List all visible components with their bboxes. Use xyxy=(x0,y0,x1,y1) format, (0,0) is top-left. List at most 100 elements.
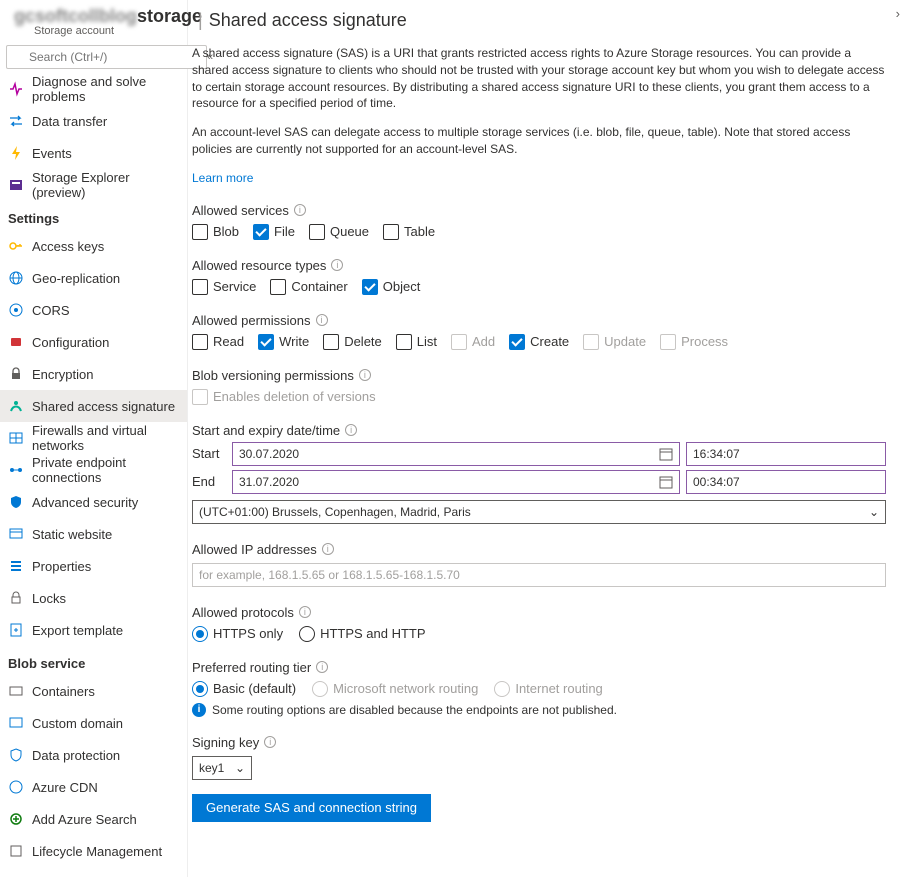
nav-storage-explorer[interactable]: Storage Explorer (preview) xyxy=(0,169,187,201)
radio-https-http[interactable]: HTTPS and HTTP xyxy=(299,626,425,642)
nav-config[interactable]: Configuration xyxy=(0,326,187,358)
chk-add: Add xyxy=(451,334,495,350)
nav-export-template[interactable]: Export template xyxy=(0,614,187,646)
radio-ms-routing: Microsoft network routing xyxy=(312,681,478,697)
nav-lifecycle[interactable]: Lifecycle Management xyxy=(0,835,187,867)
radio-internet-routing: Internet routing xyxy=(494,681,602,697)
nav-section-settings: Settings xyxy=(0,201,187,230)
nav-data-transfer[interactable]: Data transfer xyxy=(0,105,187,137)
explorer-icon xyxy=(8,177,24,193)
calendar-icon xyxy=(659,447,673,461)
signing-key-select[interactable]: key1⌄ xyxy=(192,756,252,780)
nav-cors[interactable]: CORS xyxy=(0,294,187,326)
chk-object[interactable]: Object xyxy=(362,279,421,295)
description-1: A shared access signature (SAS) is a URI… xyxy=(192,45,886,112)
radio-basic[interactable]: Basic (default) xyxy=(192,681,296,697)
calendar-icon xyxy=(659,475,673,489)
resource-header: gcsoftcollblog storage xyxy=(0,0,187,31)
start-time-input[interactable]: 16:34:07 xyxy=(686,442,886,466)
nav-containers[interactable]: Containers xyxy=(0,675,187,707)
chk-process: Process xyxy=(660,334,728,350)
properties-icon xyxy=(8,558,24,574)
protocols-label: Allowed protocolsi xyxy=(192,605,886,620)
nav-label: Export template xyxy=(32,623,123,638)
dates-label: Start and expiry date/timei xyxy=(192,423,886,438)
ip-label: Allowed IP addressesi xyxy=(192,542,886,557)
chk-container[interactable]: Container xyxy=(270,279,347,295)
routing-label: Preferred routing tieri xyxy=(192,660,886,675)
nav-label: Lifecycle Management xyxy=(32,844,162,859)
chk-write[interactable]: Write xyxy=(258,334,309,350)
signing-label: Signing keyi xyxy=(192,735,886,750)
globe-icon xyxy=(8,270,24,286)
chk-queue[interactable]: Queue xyxy=(309,224,369,240)
nav-diagnose[interactable]: Diagnose and solve problems xyxy=(0,73,187,105)
sas-icon xyxy=(8,398,24,414)
nav-events[interactable]: Events xyxy=(0,137,187,169)
nav-label: CORS xyxy=(32,303,70,318)
nav-firewall[interactable]: Firewalls and virtual networks xyxy=(0,422,187,454)
nav-label: Locks xyxy=(32,591,66,606)
chk-file[interactable]: File xyxy=(253,224,295,240)
nav-label: Firewalls and virtual networks xyxy=(32,423,179,453)
website-icon xyxy=(8,526,24,542)
info-icon[interactable]: i xyxy=(264,736,276,748)
search-add-icon xyxy=(8,811,24,827)
start-date-input[interactable]: 30.07.2020 xyxy=(232,442,680,466)
end-date-input[interactable]: 31.07.2020 xyxy=(232,470,680,494)
chk-service[interactable]: Service xyxy=(192,279,256,295)
firewall-icon xyxy=(8,430,24,446)
info-icon[interactable]: i xyxy=(294,204,306,216)
main-content: | Shared access signature › A shared acc… xyxy=(188,0,900,877)
events-icon xyxy=(8,145,24,161)
transfer-icon xyxy=(8,113,24,129)
nav-advanced-security[interactable]: Advanced security xyxy=(0,486,187,518)
next-button[interactable]: › xyxy=(896,6,900,21)
info-icon[interactable]: i xyxy=(331,259,343,271)
search-input[interactable] xyxy=(6,45,207,69)
timezone-select[interactable]: (UTC+01:00) Brussels, Copenhagen, Madrid… xyxy=(192,500,886,524)
nav-access-keys[interactable]: Access keys xyxy=(0,230,187,262)
radio-https-only[interactable]: HTTPS only xyxy=(192,626,283,642)
nav-label: Diagnose and solve problems xyxy=(32,74,179,104)
chk-list[interactable]: List xyxy=(396,334,437,350)
nav-data-protection[interactable]: Data protection xyxy=(0,739,187,771)
allowed-resource-label: Allowed resource typesi xyxy=(192,258,886,273)
nav-static-website[interactable]: Static website xyxy=(0,518,187,550)
nav-azure-search[interactable]: Add Azure Search xyxy=(0,803,187,835)
chk-table[interactable]: Table xyxy=(383,224,435,240)
info-icon[interactable]: i xyxy=(322,543,334,555)
chk-read[interactable]: Read xyxy=(192,334,244,350)
chk-versioning: Enables deletion of versions xyxy=(192,389,376,405)
learn-more-link[interactable]: Learn more xyxy=(192,171,253,185)
chk-create[interactable]: Create xyxy=(509,334,569,350)
info-icon[interactable]: i xyxy=(345,424,357,436)
nav-encryption[interactable]: Encryption xyxy=(0,358,187,390)
chk-blob[interactable]: Blob xyxy=(192,224,239,240)
versioning-label: Blob versioning permissionsi xyxy=(192,368,886,383)
nav-section-blob: Blob service xyxy=(0,646,187,675)
cors-icon xyxy=(8,302,24,318)
info-icon[interactable]: i xyxy=(299,606,311,618)
generate-button[interactable]: Generate SAS and connection string xyxy=(192,794,431,822)
routing-info-msg: iSome routing options are disabled becau… xyxy=(192,703,886,717)
nav-geo[interactable]: Geo-replication xyxy=(0,262,187,294)
chk-delete[interactable]: Delete xyxy=(323,334,382,350)
end-time-input[interactable]: 00:34:07 xyxy=(686,470,886,494)
nav-azure-cdn[interactable]: Azure CDN xyxy=(0,771,187,803)
cdn-icon xyxy=(8,779,24,795)
nav-private-endpoint[interactable]: Private endpoint connections xyxy=(0,454,187,486)
ip-input[interactable]: for example, 168.1.5.65 or 168.1.5.65-16… xyxy=(192,563,886,587)
nav-properties[interactable]: Properties xyxy=(0,550,187,582)
info-icon[interactable]: i xyxy=(359,369,371,381)
page-title: Shared access signature xyxy=(209,10,407,31)
nav-label: Access keys xyxy=(32,239,104,254)
nav-locks[interactable]: Locks xyxy=(0,582,187,614)
info-badge-icon: i xyxy=(192,703,206,717)
nav-sas[interactable]: Shared access signature xyxy=(0,390,187,422)
nav-label: Events xyxy=(32,146,72,161)
info-icon[interactable]: i xyxy=(316,661,328,673)
nav-custom-domain[interactable]: Custom domain xyxy=(0,707,187,739)
info-icon[interactable]: i xyxy=(316,314,328,326)
redacted-name: gcsoftcollblog xyxy=(14,6,137,27)
